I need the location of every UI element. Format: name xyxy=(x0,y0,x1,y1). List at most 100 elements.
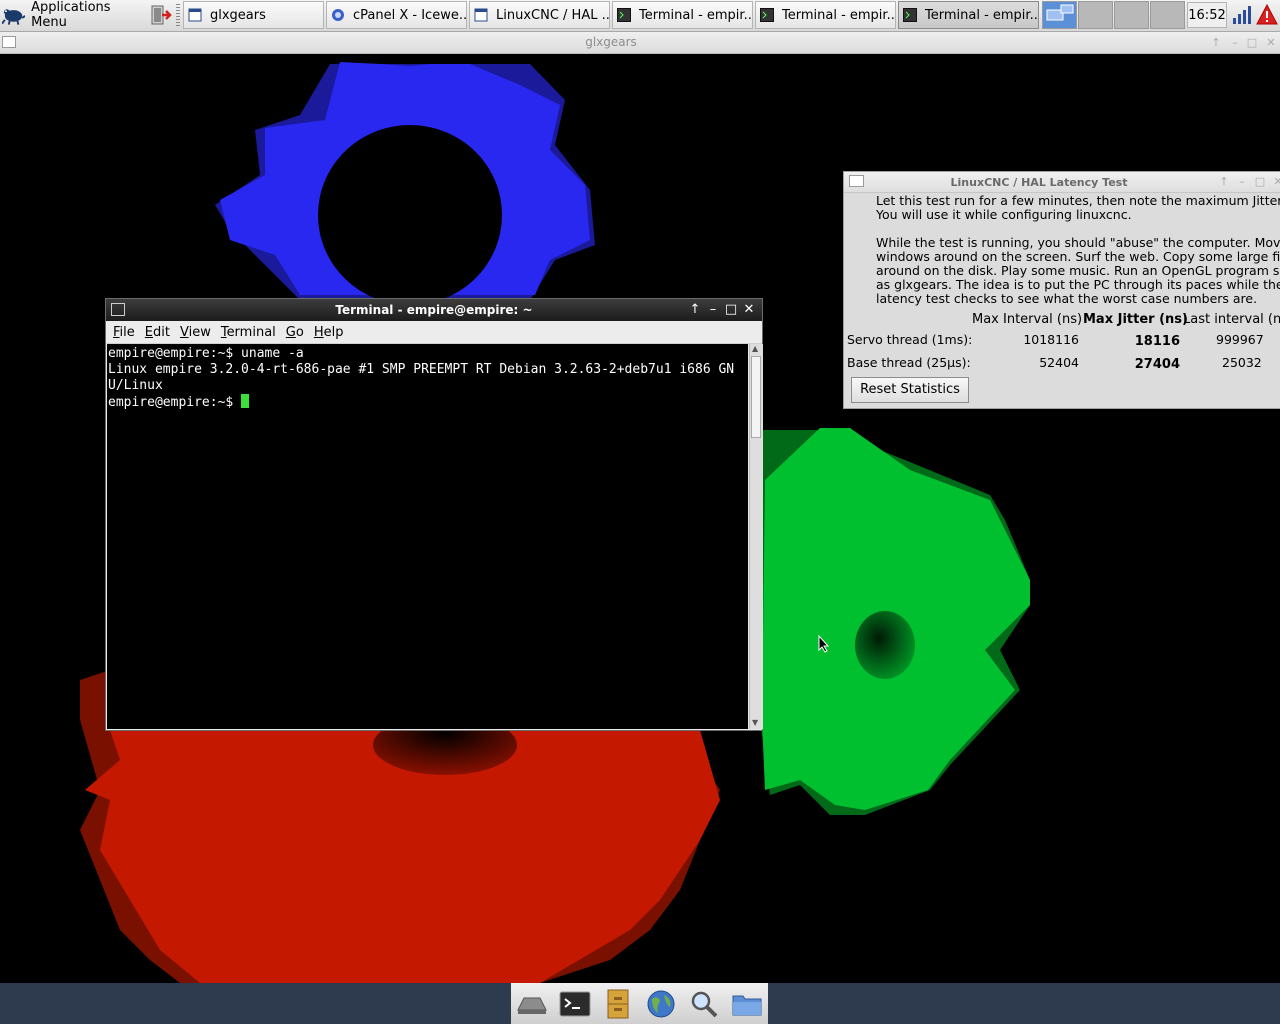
task-label: glxgears xyxy=(210,7,266,23)
terminal-titlebar[interactable]: Terminal - empire@empire: ~ ↑ – □ ✕ xyxy=(106,299,762,321)
terminal-icon xyxy=(760,8,774,22)
window-icon xyxy=(188,8,202,22)
instructions-paragraph-1: Let this test run for a few minutes, the… xyxy=(876,193,1280,222)
base-max-jitter: 27404 xyxy=(1134,357,1180,372)
base-thread-label: Base thread (25µs): xyxy=(847,355,971,370)
scroll-up-icon[interactable]: ▲ xyxy=(752,344,758,353)
roll-up-icon[interactable]: ↑ xyxy=(688,302,702,317)
header-max-interval: Max Interval (ns) xyxy=(972,312,1083,327)
terminal-icon xyxy=(559,991,591,1016)
minimize-icon[interactable]: – xyxy=(1235,175,1249,188)
menu-file[interactable]: File xyxy=(113,325,135,340)
glxgears-title: glxgears xyxy=(585,35,637,49)
terminal-window[interactable]: Terminal - empire@empire: ~ ↑ – □ ✕ File… xyxy=(105,298,763,731)
servo-max-jitter: 18116 xyxy=(1134,334,1180,349)
file-manager-launcher[interactable] xyxy=(602,988,634,1020)
browser-icon xyxy=(332,9,344,21)
terminal-launcher[interactable] xyxy=(559,988,591,1020)
terminal-prompt: empire@empire:~$ xyxy=(108,395,242,410)
terminal-icon xyxy=(903,8,917,22)
base-last-interval: 25032 xyxy=(1222,355,1262,370)
task-linuxcnc-latency[interactable]: LinuxCNC / HAL ... xyxy=(469,1,610,29)
maximize-icon[interactable]: □ xyxy=(1253,175,1267,188)
task-label: Terminal - empir... xyxy=(639,7,753,23)
panel-separator xyxy=(176,4,180,26)
menu-edit[interactable]: Edit xyxy=(145,325,170,340)
task-terminal-2[interactable]: Terminal - empir... xyxy=(755,1,896,29)
search-icon xyxy=(691,991,718,1017)
maximize-icon[interactable]: □ xyxy=(724,302,738,317)
web-browser-launcher[interactable] xyxy=(645,988,677,1020)
terminal-menubar: File Edit View Terminal Go Help xyxy=(106,321,762,344)
close-icon[interactable]: ✕ xyxy=(1264,36,1278,49)
minimize-icon[interactable]: – xyxy=(706,302,720,317)
header-last-interval: Last interval (ns) xyxy=(1183,312,1280,327)
task-glxgears[interactable]: glxgears xyxy=(183,1,324,29)
terminal-icon xyxy=(617,8,631,22)
text-cursor xyxy=(241,394,250,408)
close-icon[interactable]: ✕ xyxy=(742,302,756,317)
network-signal-icon[interactable] xyxy=(1231,4,1253,26)
menu-terminal[interactable]: Terminal xyxy=(221,325,276,340)
task-terminal-1[interactable]: Terminal - empir... xyxy=(612,1,753,29)
header-max-jitter: Max Jitter (ns) xyxy=(1083,312,1188,327)
reset-statistics-button[interactable]: Reset Statistics xyxy=(851,377,969,403)
servo-thread-label: Servo thread (1ms): xyxy=(847,332,973,347)
latency-test-window[interactable]: LinuxCNC / HAL Latency Test ↑ – □ ✕ Let … xyxy=(843,171,1280,409)
logout-icon xyxy=(151,5,172,25)
workspace-2[interactable] xyxy=(1078,1,1113,29)
base-max-interval: 52404 xyxy=(1039,355,1079,370)
latency-instructions: Let this test run for a few minutes, the… xyxy=(876,194,1280,320)
task-terminal-3[interactable]: Terminal - empir... xyxy=(898,1,1039,29)
terminal-title: Terminal - empire@empire: ~ xyxy=(335,303,533,317)
workspace-1[interactable] xyxy=(1042,1,1077,29)
blue-gear xyxy=(215,62,595,305)
globe-icon xyxy=(647,990,675,1017)
terminal-line: U/Linux xyxy=(108,378,163,393)
glxgears-titlebar[interactable]: glxgears ↑ – □ ✕ xyxy=(0,32,1280,54)
logout-button[interactable] xyxy=(148,2,174,28)
terminal-scrollbar[interactable]: ▲ ▼ xyxy=(749,344,763,729)
task-label: cPanel X - Icewe... xyxy=(353,7,467,23)
workspace-3[interactable] xyxy=(1114,1,1149,29)
mouse-pointer-icon xyxy=(818,635,830,653)
latency-title: LinuxCNC / HAL Latency Test xyxy=(950,176,1128,189)
menu-help[interactable]: Help xyxy=(314,325,344,340)
scroll-down-icon[interactable]: ▼ xyxy=(752,718,758,727)
terminal-line: empire@empire:~$ uname -a xyxy=(108,346,304,361)
maximize-icon[interactable]: □ xyxy=(1245,36,1259,49)
latency-titlebar[interactable]: LinuxCNC / HAL Latency Test ↑ – □ ✕ xyxy=(844,172,1280,193)
roll-up-icon[interactable]: ↑ xyxy=(1209,36,1223,49)
menu-go[interactable]: Go xyxy=(286,325,304,340)
desktop-icon xyxy=(517,997,548,1014)
task-label: LinuxCNC / HAL ... xyxy=(496,7,610,23)
applications-menu-button[interactable]: Applications Menu xyxy=(2,0,146,30)
folder-icon xyxy=(732,995,762,1015)
minimize-icon[interactable]: – xyxy=(1228,36,1242,49)
file-cabinet-icon xyxy=(607,989,629,1018)
terminal-line: Linux empire 3.2.0-4-rt-686-pae #1 SMP P… xyxy=(108,362,735,377)
instructions-paragraph-2: While the test is running, you should "a… xyxy=(876,235,1280,306)
home-folder-launcher[interactable] xyxy=(731,988,763,1020)
clock[interactable]: 16:52 xyxy=(1187,2,1227,28)
xfce-mouse-icon xyxy=(2,9,26,25)
scrollbar-thumb[interactable] xyxy=(751,356,761,438)
task-label: Terminal - empir... xyxy=(925,7,1039,23)
workspace-4[interactable] xyxy=(1150,1,1185,29)
show-desktop-launcher[interactable] xyxy=(516,988,548,1020)
menu-view[interactable]: View xyxy=(180,325,211,340)
workspace-preview-icon xyxy=(1046,4,1074,21)
window-icon xyxy=(474,8,488,22)
task-label: Terminal - empir... xyxy=(782,7,896,23)
top-panel: Applications Menu glxgears cPanel X - Ic… xyxy=(0,0,1280,32)
terminal-screen[interactable]: empire@empire:~$ uname -a Linux empire 3… xyxy=(107,344,748,729)
servo-last-interval: 999967 xyxy=(1216,332,1264,347)
task-cpanel-browser[interactable]: cPanel X - Icewe... xyxy=(326,1,467,29)
close-icon[interactable]: ✕ xyxy=(1271,175,1280,188)
green-gear xyxy=(760,428,1030,815)
servo-max-interval: 1018116 xyxy=(1023,332,1079,347)
applications-menu-label: Applications Menu xyxy=(31,0,111,30)
warning-icon[interactable] xyxy=(1256,4,1278,26)
roll-up-icon[interactable]: ↑ xyxy=(1217,175,1231,188)
search-launcher[interactable] xyxy=(688,988,720,1020)
